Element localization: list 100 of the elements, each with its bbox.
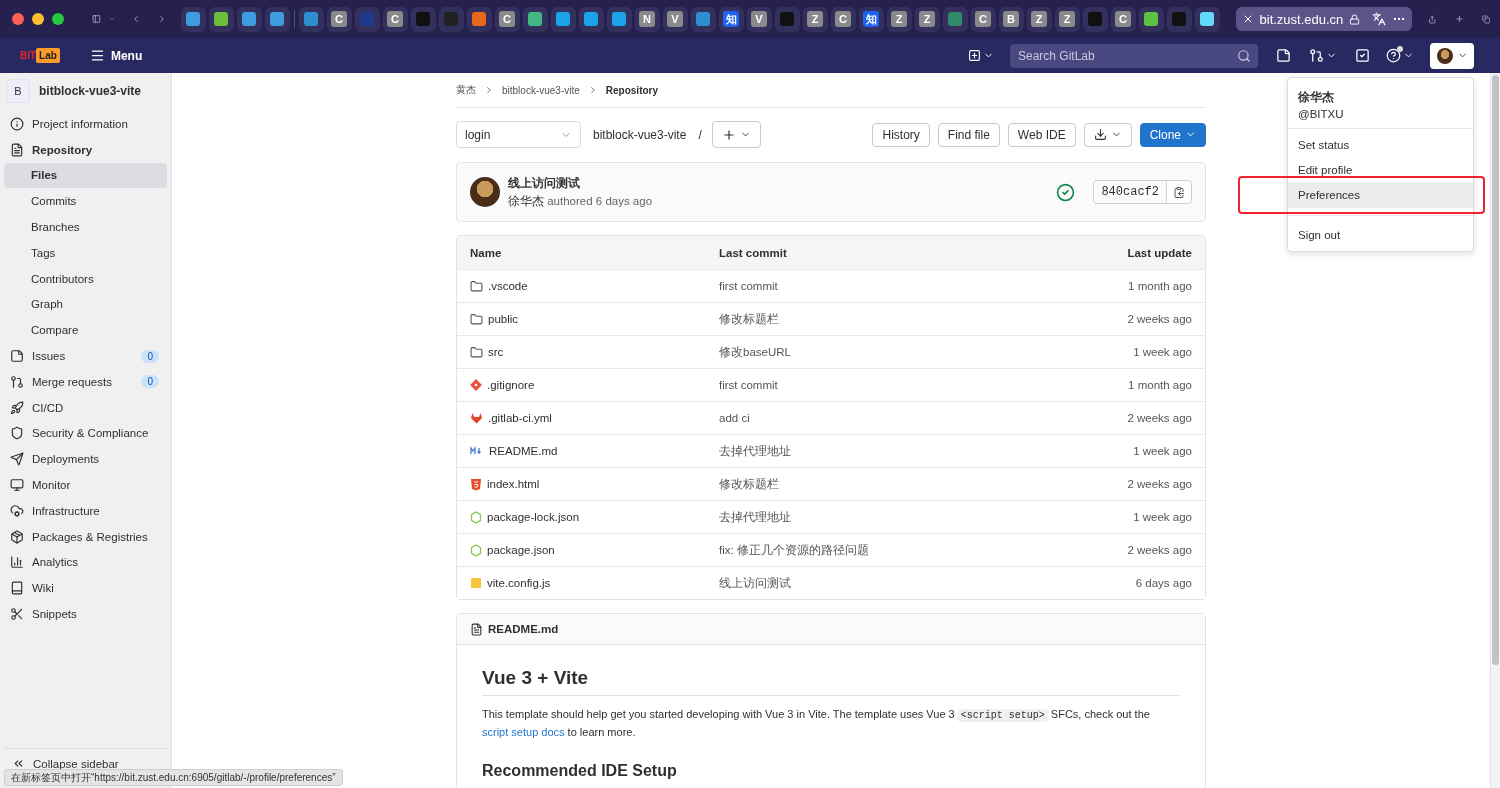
commit-message[interactable]: 去掉代理地址 bbox=[719, 443, 992, 459]
file-name[interactable]: README.md bbox=[489, 445, 558, 457]
browser-tab[interactable] bbox=[522, 6, 548, 32]
file-name[interactable]: .gitignore bbox=[487, 379, 535, 391]
markdown-icon bbox=[470, 446, 484, 456]
branch-select[interactable]: login bbox=[456, 121, 581, 148]
author-link[interactable]: 徐华杰 bbox=[508, 194, 544, 207]
file-name[interactable]: index.html bbox=[487, 478, 540, 490]
browser-tab[interactable] bbox=[208, 6, 234, 32]
package-icon bbox=[10, 529, 24, 544]
user-menu-button[interactable] bbox=[1430, 42, 1474, 69]
commit-message[interactable]: first commit bbox=[719, 379, 992, 391]
browser-tab[interactable] bbox=[606, 6, 632, 32]
commit-message[interactable]: 修改标题栏 bbox=[719, 476, 992, 492]
browser-tab[interactable] bbox=[578, 6, 604, 32]
sidebar-item[interactable]: Deployments bbox=[4, 446, 167, 473]
file-name[interactable]: .gitlab-ci.yml bbox=[488, 412, 552, 424]
commit-message[interactable]: 去掉代理地址 bbox=[719, 509, 992, 525]
info-icon bbox=[10, 116, 24, 131]
readme-filename: README.md bbox=[488, 623, 559, 635]
toolbar-button[interactable]: Find file bbox=[937, 122, 1000, 147]
browser-tab[interactable] bbox=[466, 6, 492, 32]
browser-tab[interactable] bbox=[298, 6, 324, 32]
commit-message[interactable]: first commit bbox=[719, 280, 992, 292]
maximize-window-icon[interactable] bbox=[52, 13, 64, 25]
close-window-icon[interactable] bbox=[12, 13, 24, 25]
toolbar-button[interactable]: History bbox=[872, 122, 930, 147]
minimize-window-icon[interactable] bbox=[32, 13, 44, 25]
note-icon bbox=[10, 349, 24, 364]
sidebar-subitem[interactable]: Contributors bbox=[4, 265, 167, 292]
sidebar-item[interactable]: Packages & Registries bbox=[4, 523, 167, 550]
sidebar-item[interactable]: CI/CD bbox=[4, 394, 167, 421]
path-separator: / bbox=[698, 127, 702, 142]
breadcrumb-link[interactable]: bitblock-vue3-vite bbox=[502, 84, 580, 96]
browser-tab[interactable] bbox=[180, 6, 206, 32]
commit-message[interactable]: fix: 修正几个资源的路径问题 bbox=[719, 542, 992, 558]
file-name[interactable]: src bbox=[488, 346, 504, 358]
sidebar-item[interactable]: Monitor bbox=[4, 472, 167, 498]
file-icon bbox=[470, 577, 482, 589]
breadcrumb-link[interactable]: Repository bbox=[605, 84, 659, 96]
file-name[interactable]: package-lock.json bbox=[487, 511, 580, 523]
document-icon bbox=[10, 142, 24, 157]
count-badge: 0 bbox=[141, 375, 159, 389]
browser-tab[interactable]: 知 bbox=[858, 6, 884, 32]
breadcrumb-link[interactable]: 黄杰 bbox=[456, 83, 476, 97]
sidebar-item[interactable]: Analytics bbox=[4, 549, 167, 576]
sidebar-item[interactable]: Issues 0 bbox=[4, 343, 167, 369]
toolbar-button[interactable]: Web IDE bbox=[1007, 122, 1076, 147]
sidebar-item[interactable]: Snippets bbox=[4, 601, 167, 627]
menu-button[interactable]: Menu bbox=[83, 47, 149, 64]
cloud-icon bbox=[10, 503, 24, 518]
search-field[interactable]: Search GitLab bbox=[1010, 43, 1258, 68]
folder-icon bbox=[470, 279, 483, 293]
commit-message[interactable]: 线上访问测试 bbox=[719, 575, 992, 591]
clone-button[interactable]: Clone bbox=[1139, 122, 1206, 147]
browser-tab[interactable] bbox=[264, 6, 290, 32]
folder-icon bbox=[470, 345, 483, 359]
update-time: 1 month ago bbox=[1127, 280, 1192, 292]
docs-link[interactable]: script setup docs bbox=[482, 726, 565, 738]
browser-tab[interactable] bbox=[1194, 6, 1220, 32]
browser-tab[interactable] bbox=[690, 6, 716, 32]
address-bar[interactable]: bit.zust.edu.cn bbox=[1235, 7, 1413, 31]
file-name[interactable]: public bbox=[488, 313, 519, 325]
commit-title[interactable]: 线上访问测试 bbox=[508, 175, 580, 191]
sidebar-item[interactable]: Merge requests 0 bbox=[4, 368, 167, 395]
browser-tab[interactable]: 知 bbox=[718, 6, 744, 32]
sidebar-subitem[interactable]: Files bbox=[4, 162, 167, 189]
add-button[interactable] bbox=[711, 121, 761, 148]
sidebar-item[interactable]: Repository bbox=[4, 136, 167, 163]
browser-tab[interactable] bbox=[550, 6, 576, 32]
menu-item[interactable]: Preferences bbox=[1288, 183, 1473, 208]
sidebar-subitem[interactable]: Compare bbox=[4, 317, 167, 344]
file-name[interactable]: vite.config.js bbox=[487, 577, 551, 589]
file-name[interactable]: package.json bbox=[487, 544, 555, 556]
sidebar-subitem[interactable]: Tags bbox=[4, 240, 167, 266]
sidebar-subitem[interactable]: Commits bbox=[4, 188, 167, 215]
browser-tab[interactable] bbox=[1138, 6, 1164, 32]
sidebar-subitem[interactable]: Branches bbox=[4, 214, 167, 240]
sidebar-item[interactable]: Wiki bbox=[4, 575, 167, 602]
copy-button[interactable] bbox=[1167, 181, 1191, 203]
repository-path[interactable]: bitblock-vue3-vite bbox=[593, 127, 687, 142]
update-time: 2 weeks ago bbox=[1126, 478, 1192, 490]
commit-message[interactable]: 修改baseURL bbox=[719, 344, 992, 360]
commit-message[interactable]: add ci bbox=[719, 412, 992, 424]
sidebar-subitem[interactable]: Graph bbox=[4, 291, 167, 318]
shield-icon bbox=[10, 426, 24, 441]
sidebar-item[interactable]: Infrastructure bbox=[4, 497, 167, 524]
menu-icon bbox=[89, 48, 105, 63]
menu-item[interactable]: Set status bbox=[1288, 133, 1473, 158]
menu-item[interactable]: Edit profile bbox=[1288, 158, 1473, 183]
file-name[interactable]: .vscode bbox=[488, 280, 528, 292]
column-header: Name bbox=[470, 246, 503, 259]
project-name[interactable]: bitblock-vue3-vite bbox=[39, 84, 142, 98]
browser-tab[interactable] bbox=[236, 6, 262, 32]
sidebar-item[interactable]: Project information bbox=[4, 111, 167, 137]
download-button[interactable] bbox=[1083, 122, 1132, 147]
scrollbar[interactable] bbox=[1490, 73, 1500, 788]
sidebar-item[interactable]: Security & Compliance bbox=[4, 420, 167, 447]
commit-message[interactable]: 修改标题栏 bbox=[719, 311, 992, 327]
menu-item[interactable]: Sign out bbox=[1288, 215, 1473, 247]
